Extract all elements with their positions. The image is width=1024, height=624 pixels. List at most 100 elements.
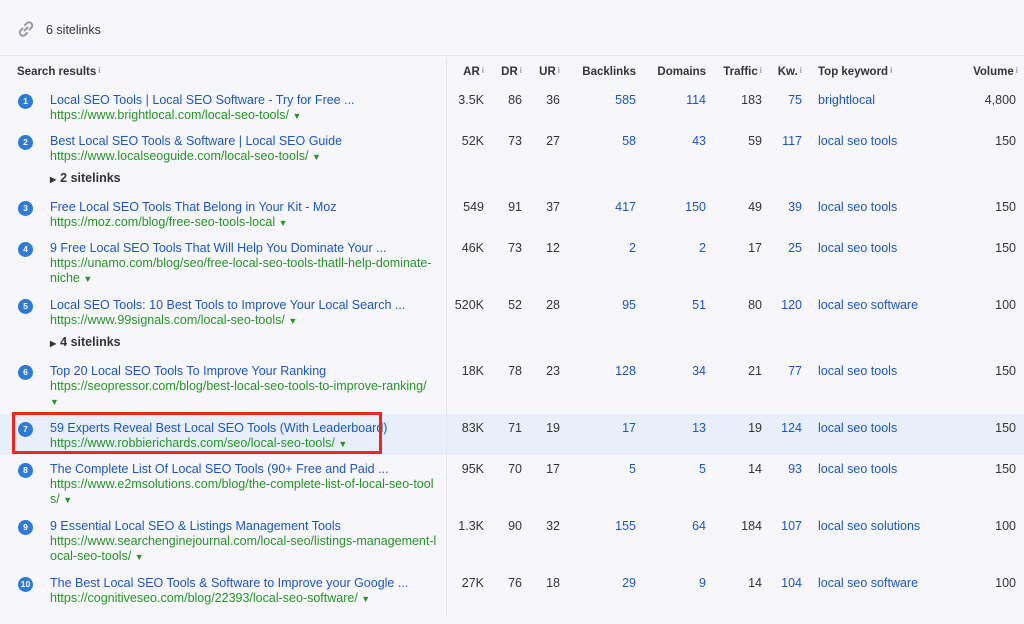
result-url[interactable]: https://moz.com/blog/free-seo-tools-loca… [50,215,275,229]
kw-link[interactable]: 117 [768,127,808,193]
backlinks-link[interactable]: 417 [566,193,642,234]
kw-link[interactable]: 25 [768,234,808,291]
caret-down-icon[interactable]: ▼ [288,316,297,326]
col-top-keyword[interactable]: Top keyword i [808,58,934,86]
top-keyword-link[interactable]: local seo tools [808,455,934,512]
result-url-link[interactable]: https://unamo.com/blog/seo/free-local-se… [50,256,438,287]
result-url-link[interactable]: https://www.e2msolutions.com/blog/the-co… [50,477,438,508]
kw-link[interactable]: 120 [768,291,808,357]
kw-link[interactable]: 104 [768,569,808,617]
caret-down-icon[interactable]: ▼ [361,594,370,604]
domains-link[interactable]: 114 [642,86,712,127]
top-keyword-link[interactable]: local seo tools [808,414,934,455]
sitelinks-toggle[interactable]: ▶ 4 sitelinks [50,335,438,349]
result-url[interactable]: https://cognitiveseo.com/blog/22393/loca… [50,591,358,605]
result-url[interactable]: https://www.99signals.com/local-seo-tool… [50,313,285,327]
link-icon [18,21,34,37]
result-url[interactable]: https://www.searchenginejournal.com/loca… [50,534,436,563]
top-keyword-link[interactable]: brightlocal [808,86,934,127]
top-keyword-link[interactable]: local seo tools [808,357,934,414]
col-search-results[interactable]: Search results i [0,58,447,86]
table-row: 4 9 Free Local SEO Tools That Will Help … [0,234,1024,291]
caret-down-icon[interactable]: ▼ [312,152,321,162]
triangle-right-icon[interactable]: ▶ [50,175,56,184]
result-url[interactable]: https://unamo.com/blog/seo/free-local-se… [50,256,431,285]
kw-link[interactable]: 77 [768,357,808,414]
result-url-link[interactable]: https://cognitiveseo.com/blog/22393/loca… [50,591,438,607]
backlinks-link[interactable]: 29 [566,569,642,617]
domains-link[interactable]: 2 [642,234,712,291]
col-dr[interactable]: DR i [490,58,528,86]
caret-down-icon[interactable]: ▼ [83,274,92,284]
result-title-link[interactable]: Best Local SEO Tools & Software | Local … [50,134,438,149]
col-backlinks[interactable]: Backlinks [566,58,642,86]
ar-value: 18K [461,364,484,378]
top-keyword-link[interactable]: local seo tools [808,193,934,234]
result-title-link[interactable]: 9 Free Local SEO Tools That Will Help Yo… [50,241,438,256]
result-title-link[interactable]: Free Local SEO Tools That Belong in Your… [50,200,438,215]
backlinks-link[interactable]: 2 [566,234,642,291]
result-url-link[interactable]: https://seopressor.com/blog/best-local-s… [50,379,438,410]
domains-link[interactable]: 13 [642,414,712,455]
backlinks-link[interactable]: 128 [566,357,642,414]
domains-link[interactable]: 34 [642,357,712,414]
ar-value: 3.5K [458,93,484,107]
result-url[interactable]: https://www.localseoguide.com/local-seo-… [50,149,308,163]
kw-link[interactable]: 75 [768,86,808,127]
top-keyword-link[interactable]: local seo solutions [808,512,934,569]
col-ur[interactable]: UR i [528,58,566,86]
col-traffic[interactable]: Traffic i [712,58,768,86]
result-url[interactable]: https://www.e2msolutions.com/blog/the-co… [50,477,434,506]
col-domains[interactable]: Domains [642,58,712,86]
dr-value: 91 [508,200,522,214]
domains-link[interactable]: 5 [642,455,712,512]
backlinks-link[interactable]: 5 [566,455,642,512]
domains-link[interactable]: 64 [642,512,712,569]
result-url-link[interactable]: https://www.localseoguide.com/local-seo-… [50,149,438,165]
top-keyword-link[interactable]: local seo tools [808,234,934,291]
top-keyword-link[interactable]: local seo tools [808,127,934,193]
result-title-link[interactable]: Local SEO Tools: 10 Best Tools to Improv… [50,298,438,313]
backlinks-link[interactable]: 58 [566,127,642,193]
volume-value: 150 [934,414,1024,455]
result-url-link[interactable]: https://www.searchenginejournal.com/loca… [50,534,438,565]
result-url-link[interactable]: https://moz.com/blog/free-seo-tools-loca… [50,215,438,231]
kw-link[interactable]: 39 [768,193,808,234]
caret-down-icon[interactable]: ▼ [279,218,288,228]
result-title-link[interactable]: Local SEO Tools | Local SEO Software - T… [50,93,438,108]
rank-badge: 1 [18,94,33,109]
col-kw[interactable]: Kw. i [768,58,808,86]
result-title-link[interactable]: Top 20 Local SEO Tools To Improve Your R… [50,364,438,379]
result-title-link[interactable]: The Complete List Of Local SEO Tools (90… [50,462,438,477]
result-title-link[interactable]: The Best Local SEO Tools & Software to I… [50,576,438,591]
result-url-link[interactable]: https://www.brightlocal.com/local-seo-to… [50,108,438,124]
result-url[interactable]: https://www.brightlocal.com/local-seo-to… [50,108,289,122]
kw-link[interactable]: 93 [768,455,808,512]
backlinks-link[interactable]: 155 [566,512,642,569]
result-title-link[interactable]: 9 Essential Local SEO & Listings Managem… [50,519,438,534]
backlinks-link[interactable]: 17 [566,414,642,455]
kw-link[interactable]: 124 [768,414,808,455]
caret-down-icon[interactable]: ▼ [50,397,59,407]
caret-down-icon[interactable]: ▼ [292,111,301,121]
domains-link[interactable]: 51 [642,291,712,357]
ar-value: 520K [454,298,484,312]
top-keyword-link[interactable]: local seo software [808,569,934,617]
backlinks-link[interactable]: 95 [566,291,642,357]
domains-link[interactable]: 9 [642,569,712,617]
result-url[interactable]: https://seopressor.com/blog/best-local-s… [50,379,427,393]
caret-down-icon[interactable]: ▼ [63,495,72,505]
volume-value: 150 [995,241,1016,255]
result-cell: 1 Local SEO Tools | Local SEO Software -… [0,86,447,127]
top-keyword-link[interactable]: local seo software [808,291,934,357]
result-url-link[interactable]: https://www.99signals.com/local-seo-tool… [50,313,438,329]
backlinks-link[interactable]: 585 [566,86,642,127]
sitelinks-toggle[interactable]: ▶ 2 sitelinks [50,171,438,185]
caret-down-icon[interactable]: ▼ [135,552,144,562]
domains-link[interactable]: 150 [642,193,712,234]
domains-link[interactable]: 43 [642,127,712,193]
col-ar[interactable]: AR i [446,58,490,86]
kw-link[interactable]: 107 [768,512,808,569]
triangle-right-icon[interactable]: ▶ [50,339,56,348]
col-volume[interactable]: Volume i [934,58,1024,86]
